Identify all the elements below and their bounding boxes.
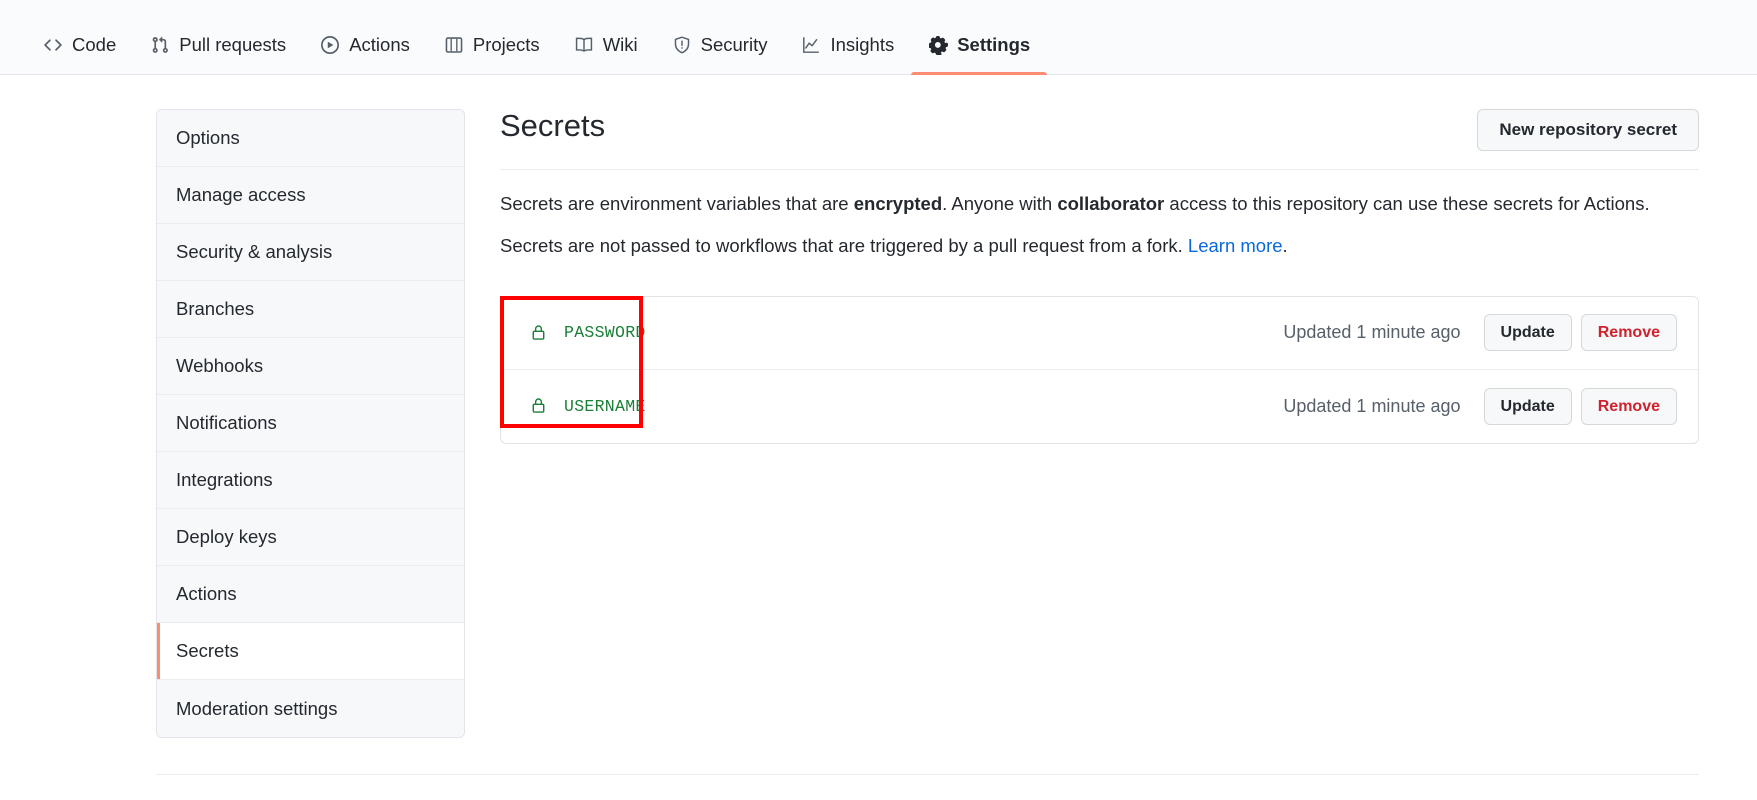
page-title: Secrets: [500, 108, 606, 143]
book-icon: [574, 35, 594, 55]
sidebar-item-label: Security & analysis: [176, 241, 333, 262]
desc1-part3: access to this repository can use these …: [1164, 193, 1650, 215]
sidebar-item-secrets[interactable]: Secrets: [157, 623, 464, 680]
secrets-description-line-1: Secrets are environment variables that a…: [500, 190, 1699, 219]
project-board-icon: [444, 35, 464, 55]
sidebar-item-options[interactable]: Options: [157, 110, 464, 167]
desc2-text: Secrets are not passed to workflows that…: [500, 235, 1188, 257]
secret-name-label: PASSWORD: [564, 323, 646, 343]
settings-sidebar: Options Manage access Security & analysi…: [156, 109, 465, 738]
table-row: PASSWORD Updated 1 minute ago Update Rem…: [501, 297, 1698, 370]
desc1-bold-collaborator: collaborator: [1057, 193, 1165, 215]
lock-icon: [530, 324, 548, 342]
shield-alert-icon: [672, 35, 692, 55]
nav-item-label: Pull requests: [179, 34, 287, 55]
sidebar-item-actions[interactable]: Actions: [157, 566, 464, 623]
secret-updated-text: Updated 1 minute ago: [1283, 322, 1461, 343]
sidebar-item-label: Options: [176, 127, 240, 148]
table-row: USERNAME Updated 1 minute ago Update Rem…: [501, 370, 1698, 443]
sidebar-item-notifications[interactable]: Notifications: [157, 395, 464, 452]
gear-icon: [928, 35, 948, 55]
nav-item-settings[interactable]: Settings: [911, 16, 1048, 75]
repository-nav: Code Pull requests Actions Projects Wiki…: [0, 0, 1757, 75]
sidebar-item-label: Secrets: [176, 640, 239, 661]
git-pull-request-icon: [150, 35, 170, 55]
secret-updated-text: Updated 1 minute ago: [1283, 395, 1461, 416]
nav-item-insights[interactable]: Insights: [784, 16, 911, 74]
sidebar-item-security-analysis[interactable]: Security & analysis: [157, 224, 464, 281]
sidebar-item-label: Deploy keys: [176, 526, 277, 547]
sidebar-item-label: Moderation settings: [176, 697, 338, 719]
secret-link-username[interactable]: USERNAME: [522, 397, 646, 416]
sidebar-item-label: Notifications: [176, 412, 277, 433]
new-repository-secret-button[interactable]: New repository secret: [1477, 109, 1699, 152]
nav-item-wiki[interactable]: Wiki: [557, 16, 655, 74]
nav-item-label: Settings: [957, 34, 1031, 55]
secrets-header: Secrets New repository secret: [500, 108, 1699, 171]
desc1-part1: Secrets are environment variables that a…: [500, 193, 854, 215]
sidebar-item-moderation-settings[interactable]: Moderation settings: [157, 680, 464, 737]
code-icon: [43, 35, 63, 55]
sidebar-item-deploy-keys[interactable]: Deploy keys: [157, 509, 464, 566]
nav-item-label: Wiki: [602, 34, 638, 55]
nav-item-pull-requests[interactable]: Pull requests: [133, 16, 303, 74]
nav-item-code[interactable]: Code: [26, 16, 133, 74]
lock-icon: [530, 397, 548, 415]
sidebar-item-label: Manage access: [176, 184, 306, 205]
sidebar-item-branches[interactable]: Branches: [157, 281, 464, 338]
sidebar-item-webhooks[interactable]: Webhooks: [157, 338, 464, 395]
nav-item-label: Security: [700, 34, 768, 55]
nav-item-actions[interactable]: Actions: [303, 16, 427, 74]
play-circle-icon: [320, 35, 340, 55]
secret-link-password[interactable]: PASSWORD: [522, 323, 646, 342]
remove-secret-button[interactable]: Remove: [1580, 314, 1677, 352]
secrets-main: Secrets New repository secret Secrets ar…: [465, 108, 1699, 738]
update-secret-button[interactable]: Update: [1483, 314, 1572, 352]
desc2-tail: .: [1282, 235, 1288, 257]
nav-item-projects[interactable]: Projects: [427, 16, 557, 74]
desc1-part2: . Anyone with: [942, 193, 1058, 215]
sidebar-item-label: Webhooks: [176, 355, 264, 376]
page-body: Options Manage access Security & analysi…: [0, 75, 1757, 738]
learn-more-link[interactable]: Learn more: [1188, 235, 1283, 256]
desc1-bold-encrypted: encrypted: [853, 193, 943, 215]
sidebar-item-label: Integrations: [176, 469, 273, 490]
secrets-list-wrapper: PASSWORD Updated 1 minute ago Update Rem…: [500, 295, 1699, 444]
nav-item-label: Actions: [349, 34, 410, 55]
sidebar-item-integrations[interactable]: Integrations: [157, 452, 464, 509]
sidebar-item-label: Branches: [176, 298, 255, 319]
nav-item-label: Insights: [830, 34, 895, 55]
update-secret-button[interactable]: Update: [1483, 387, 1572, 425]
nav-item-label: Projects: [472, 34, 540, 55]
graph-icon: [801, 35, 821, 55]
secret-name-label: USERNAME: [564, 396, 646, 416]
sidebar-item-label: Actions: [176, 583, 237, 604]
secrets-list: PASSWORD Updated 1 minute ago Update Rem…: [500, 295, 1699, 444]
nav-item-security[interactable]: Security: [655, 16, 785, 74]
nav-item-label: Code: [72, 34, 117, 55]
sidebar-item-manage-access[interactable]: Manage access: [157, 167, 464, 224]
remove-secret-button[interactable]: Remove: [1580, 387, 1677, 425]
footer-divider: [156, 774, 1699, 775]
secrets-description-line-2: Secrets are not passed to workflows that…: [500, 232, 1699, 261]
